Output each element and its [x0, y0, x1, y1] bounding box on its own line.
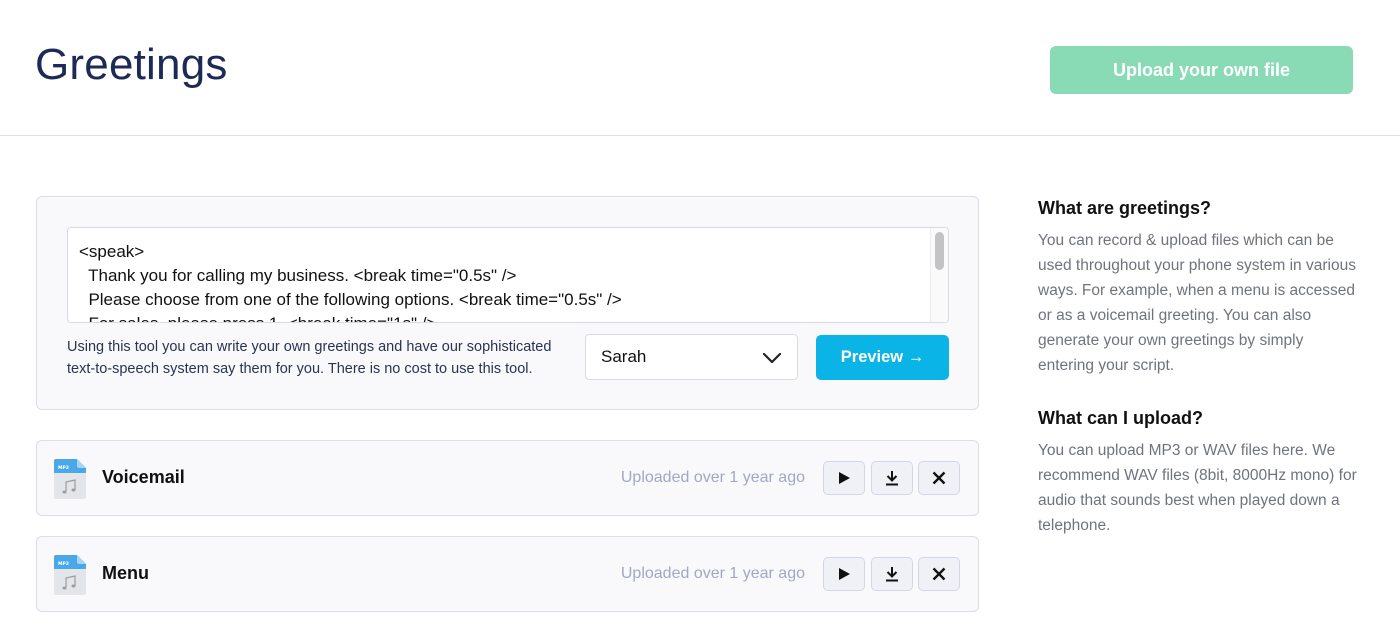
download-icon	[886, 567, 898, 582]
play-button[interactable]	[823, 461, 865, 495]
delete-button[interactable]	[918, 557, 960, 591]
upload-file-button[interactable]: Upload your own file	[1050, 46, 1353, 94]
greeting-row: MP3 Voicemail Uploaded over 1 year ago	[36, 440, 979, 516]
script-editor: <speak> Thank you for calling my busines…	[67, 227, 949, 323]
help-section-greetings: What are greetings? You can record & upl…	[1038, 196, 1358, 378]
audio-file-icon: MP3	[54, 555, 86, 595]
voice-select[interactable]: Sarah	[585, 334, 798, 380]
greeting-row: MP3 Menu Uploaded over 1 year ago	[36, 536, 979, 612]
download-button[interactable]	[871, 461, 913, 495]
scrollbar-thumb[interactable]	[935, 232, 944, 270]
page-title: Greetings	[35, 40, 228, 89]
text-to-speech-card: <speak> Thank you for calling my busines…	[36, 196, 979, 410]
greeting-uploaded-time: Uploaded over 1 year ago	[620, 565, 805, 582]
help-heading: What are greetings?	[1038, 198, 1212, 218]
help-section-upload: What can I upload? You can upload MP3 or…	[1038, 406, 1358, 538]
greeting-name: Voicemail	[102, 467, 185, 487]
help-body: You can upload MP3 or WAV files here. We…	[1038, 442, 1357, 534]
page-header: Greetings Upload your own file	[0, 0, 1400, 136]
voice-selected-value: Sarah	[601, 347, 647, 366]
audio-file-icon: MP3	[54, 459, 86, 499]
help-heading: What can I upload?	[1038, 408, 1203, 428]
greeting-uploaded-time: Uploaded over 1 year ago	[620, 469, 805, 486]
script-scrollbar[interactable]	[930, 228, 948, 322]
help-sidebar: What are greetings? You can record & upl…	[1038, 196, 1358, 566]
tts-help-text: Using this tool you can write your own g…	[67, 339, 552, 377]
play-button[interactable]	[823, 557, 865, 591]
close-icon	[932, 567, 946, 581]
play-icon	[839, 472, 850, 484]
delete-button[interactable]	[918, 461, 960, 495]
download-icon	[886, 471, 898, 486]
chevron-down-icon	[762, 352, 782, 364]
svg-text:MP3: MP3	[58, 561, 69, 567]
svg-text:MP3: MP3	[58, 465, 69, 471]
play-icon	[839, 568, 850, 580]
close-icon	[932, 471, 946, 485]
help-body: You can record & upload files which can …	[1038, 232, 1356, 374]
download-button[interactable]	[871, 557, 913, 591]
greeting-name: Menu	[102, 563, 149, 583]
preview-button[interactable]: Preview →	[816, 335, 949, 380]
script-input[interactable]: <speak> Thank you for calling my busines…	[68, 228, 930, 322]
